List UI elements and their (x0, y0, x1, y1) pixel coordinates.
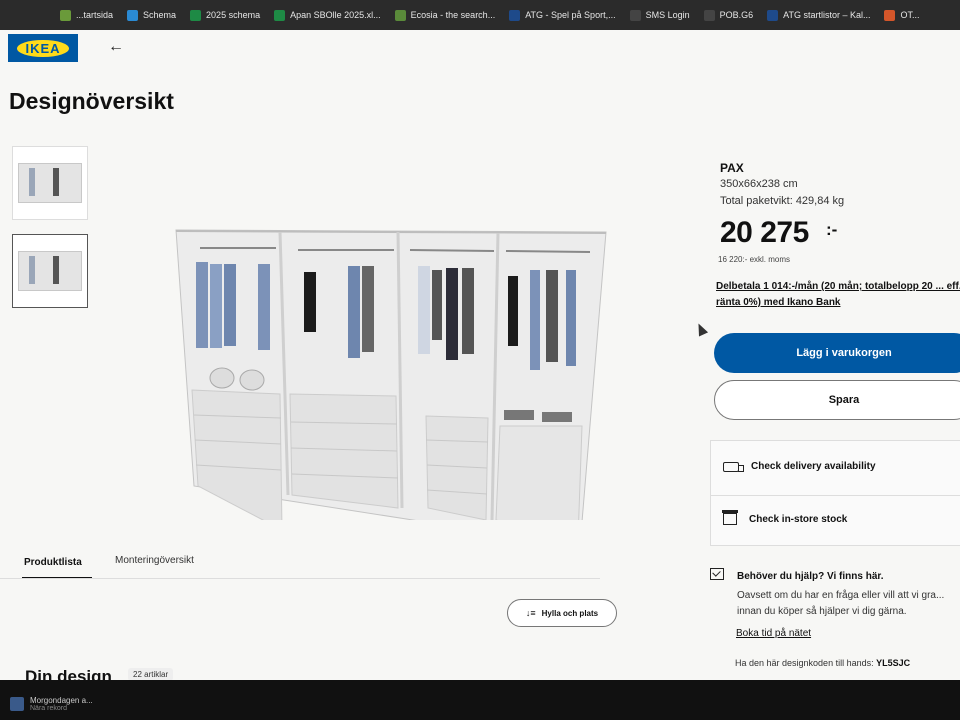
price-excl-vat: 16 220:- exkl. moms (718, 255, 791, 264)
item-count-badge: 22 artiklar (128, 668, 174, 680)
bookmark-item[interactable]: POB.G6 (703, 9, 753, 21)
page-title: Designöversikt (9, 88, 174, 114)
bookmark-item[interactable]: ...tartsida (60, 9, 113, 21)
bookmark-item[interactable]: 2025 schema (190, 9, 260, 21)
save-button[interactable]: Spara (714, 380, 960, 420)
design-title: Din design (25, 667, 112, 680)
thumbnail-interior[interactable] (12, 234, 88, 308)
ikea-logo[interactable]: IKEA (8, 34, 78, 62)
bookmark-favicon-icon (190, 9, 202, 21)
bookmark-item[interactable]: ATG - Spel på Sport,... (509, 9, 616, 21)
truck-icon (723, 461, 744, 472)
taskbar: Morgondagen a... Nära rekord (0, 680, 960, 720)
design-code: Ha den här designkoden till hands: YL5SJ… (735, 658, 911, 668)
add-to-cart-button[interactable]: Lägg i varukorgen (714, 333, 960, 373)
back-arrow-icon[interactable]: ← (108, 38, 124, 56)
delivery-availability-button[interactable]: Check delivery availability (723, 461, 876, 472)
tab-assembly[interactable]: Monteringöversikt (115, 555, 194, 566)
wardrobe-image (175, 229, 607, 520)
product-name: PAX (720, 161, 744, 175)
bookmark-item[interactable]: Apan SBOlle 2025.xl... (274, 9, 381, 21)
tab-product-list[interactable]: Produktlista (24, 557, 82, 568)
store-icon (722, 510, 738, 525)
product-dimensions: 350x66x238 cm (720, 178, 798, 190)
bookmark-item[interactable]: Schema (127, 9, 176, 21)
bookmark-favicon-icon (884, 9, 896, 21)
help-text: Oavsett om du har en fråga eller vill at… (737, 590, 945, 617)
book-appointment-link[interactable]: Boka tid på nätet (736, 628, 811, 639)
design-code-value: YL5SJC (876, 658, 911, 668)
bookmark-item[interactable]: ATG startlistor – Kal... (767, 9, 870, 21)
help-title: Behöver du hjälp? Vi finns här. (737, 571, 884, 582)
bookmark-favicon-icon (509, 9, 521, 21)
product-weight: Total paketvikt: 429,84 kg (720, 195, 845, 207)
finance-link[interactable]: Delbetala 1 014:-/mån (20 mån; totalbelo… (716, 279, 960, 311)
bookmark-favicon-icon (767, 9, 779, 21)
availability-box: Check delivery availability Check in-sto… (710, 440, 960, 546)
sort-icon: ↓≡ (525, 608, 536, 618)
bookmark-favicon-icon (60, 9, 71, 21)
checklist-icon (710, 568, 724, 580)
price: 20 275 (720, 216, 809, 249)
bookmark-item[interactable]: Ecosia - the search... (394, 9, 495, 21)
bookmark-favicon-icon (127, 9, 139, 21)
bookmark-favicon-icon (629, 9, 641, 21)
app-icon (10, 697, 24, 711)
price-suffix: :- (826, 220, 838, 239)
bookmark-favicon-icon (394, 9, 406, 21)
thumbnail-front[interactable] (12, 146, 88, 220)
mouse-cursor-icon (693, 321, 709, 337)
ikea-page: IKEA ← Designöversikt PAX 350x66x238 cm … (0, 30, 960, 680)
shelf-and-place-button[interactable]: ↓≡ Hylla och plats (507, 599, 617, 627)
bookmarks-bar: ...tartsida Schema 2025 schema Apan SBOlle … (0, 0, 960, 30)
bookmark-favicon-icon (274, 9, 286, 21)
bookmark-item[interactable]: OT... (884, 9, 920, 21)
store-stock-button[interactable]: Check in-store stock (722, 510, 847, 525)
bookmark-favicon-icon (703, 9, 715, 21)
taskbar-notification[interactable]: Morgondagen a... Nära rekord (10, 696, 93, 712)
bookmark-item[interactable]: SMS Login (629, 9, 690, 21)
